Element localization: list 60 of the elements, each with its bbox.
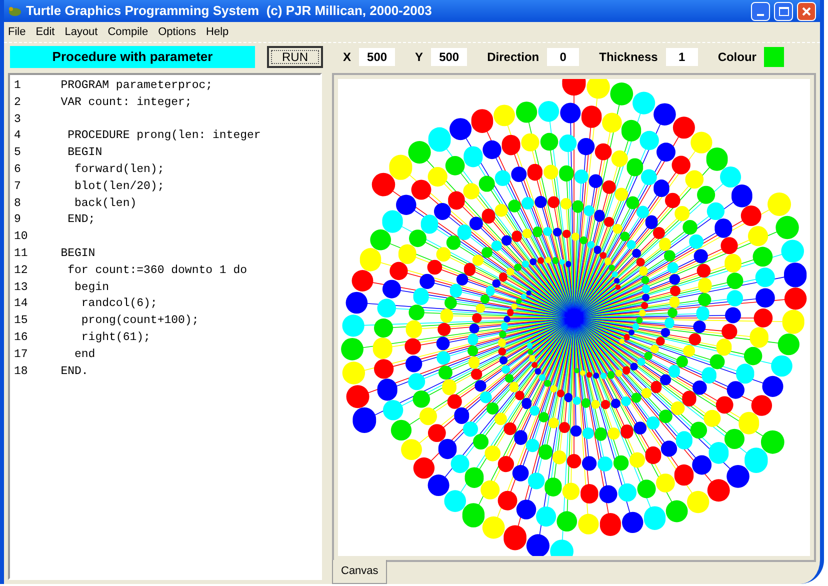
code-line: prong(count+100); <box>80 313 199 330</box>
program-title: Procedure with parameter <box>10 46 255 68</box>
line-number: 2 <box>14 94 22 111</box>
window-title: Turtle Graphics Programming System (c) PJR Millican, 2000-2003 <box>26 2 433 20</box>
line-number: 18 <box>14 364 29 380</box>
close-button[interactable] <box>797 2 816 20</box>
close-icon <box>802 6 811 16</box>
line-number: 9 <box>14 212 22 228</box>
code-editor[interactable] <box>8 73 322 580</box>
code-line: end <box>74 346 96 363</box>
code-line: BEGIN <box>60 246 96 262</box>
line-number: 5 <box>14 145 22 162</box>
value-field[interactable]: 500 <box>359 48 396 66</box>
field-label: Direction <box>487 48 540 66</box>
value-field[interactable]: 500 <box>431 48 468 66</box>
code-line: VAR count: integer; <box>60 94 192 111</box>
line-number: 3 <box>14 112 22 128</box>
line-number: 14 <box>14 296 29 312</box>
field-label: Y <box>415 48 424 66</box>
line-number: 15 <box>14 313 29 330</box>
menu-item[interactable]: File <box>8 24 26 40</box>
menu-item[interactable]: Edit <box>36 24 55 40</box>
line-number: 1 <box>14 78 22 94</box>
field-label: Colour <box>718 48 756 66</box>
menu-item[interactable]: Help <box>206 24 229 40</box>
field-label: X <box>343 48 352 66</box>
code-line: begin <box>74 280 110 296</box>
code-line: PROGRAM parameterproc; <box>60 78 213 94</box>
colour-swatch[interactable] <box>764 46 784 66</box>
canvas-tab[interactable]: Canvas <box>332 560 388 584</box>
code-line: END. <box>60 364 88 380</box>
code-line: forward(len); <box>74 162 164 178</box>
code-line: blot(len/20); <box>74 178 164 195</box>
minimize-button[interactable] <box>751 2 770 20</box>
code-line: END; <box>66 212 96 228</box>
field-label: Thickness <box>599 48 658 66</box>
line-number: 12 <box>14 262 29 279</box>
line-number: 16 <box>14 330 29 346</box>
code-line: BEGIN <box>66 145 102 162</box>
line-number: 4 <box>14 128 22 144</box>
menu-item[interactable]: Layout <box>64 24 98 40</box>
code-line: back(len) <box>74 196 137 212</box>
value-field[interactable]: 0 <box>547 48 580 66</box>
value-field[interactable]: 1 <box>666 48 698 66</box>
line-number: 7 <box>14 178 22 195</box>
line-number: 13 <box>14 280 29 296</box>
code-line: randcol(6); <box>80 296 158 312</box>
code-line: PROCEDURE prong(len: integer <box>66 128 261 144</box>
line-number: 6 <box>14 162 22 178</box>
maximize-button[interactable] <box>774 2 793 20</box>
menu-item[interactable]: Options <box>158 24 196 40</box>
line-number: 17 <box>14 346 29 363</box>
menu-item[interactable]: Compile <box>108 24 148 40</box>
run-button[interactable]: RUN <box>267 46 323 68</box>
code-line: right(61); <box>80 330 150 346</box>
turtle-icon <box>8 4 22 18</box>
code-line: for count:=360 downto 1 do <box>66 262 248 279</box>
line-number: 8 <box>14 196 22 212</box>
line-number: 11 <box>14 246 29 262</box>
line-number: 10 <box>14 229 29 246</box>
